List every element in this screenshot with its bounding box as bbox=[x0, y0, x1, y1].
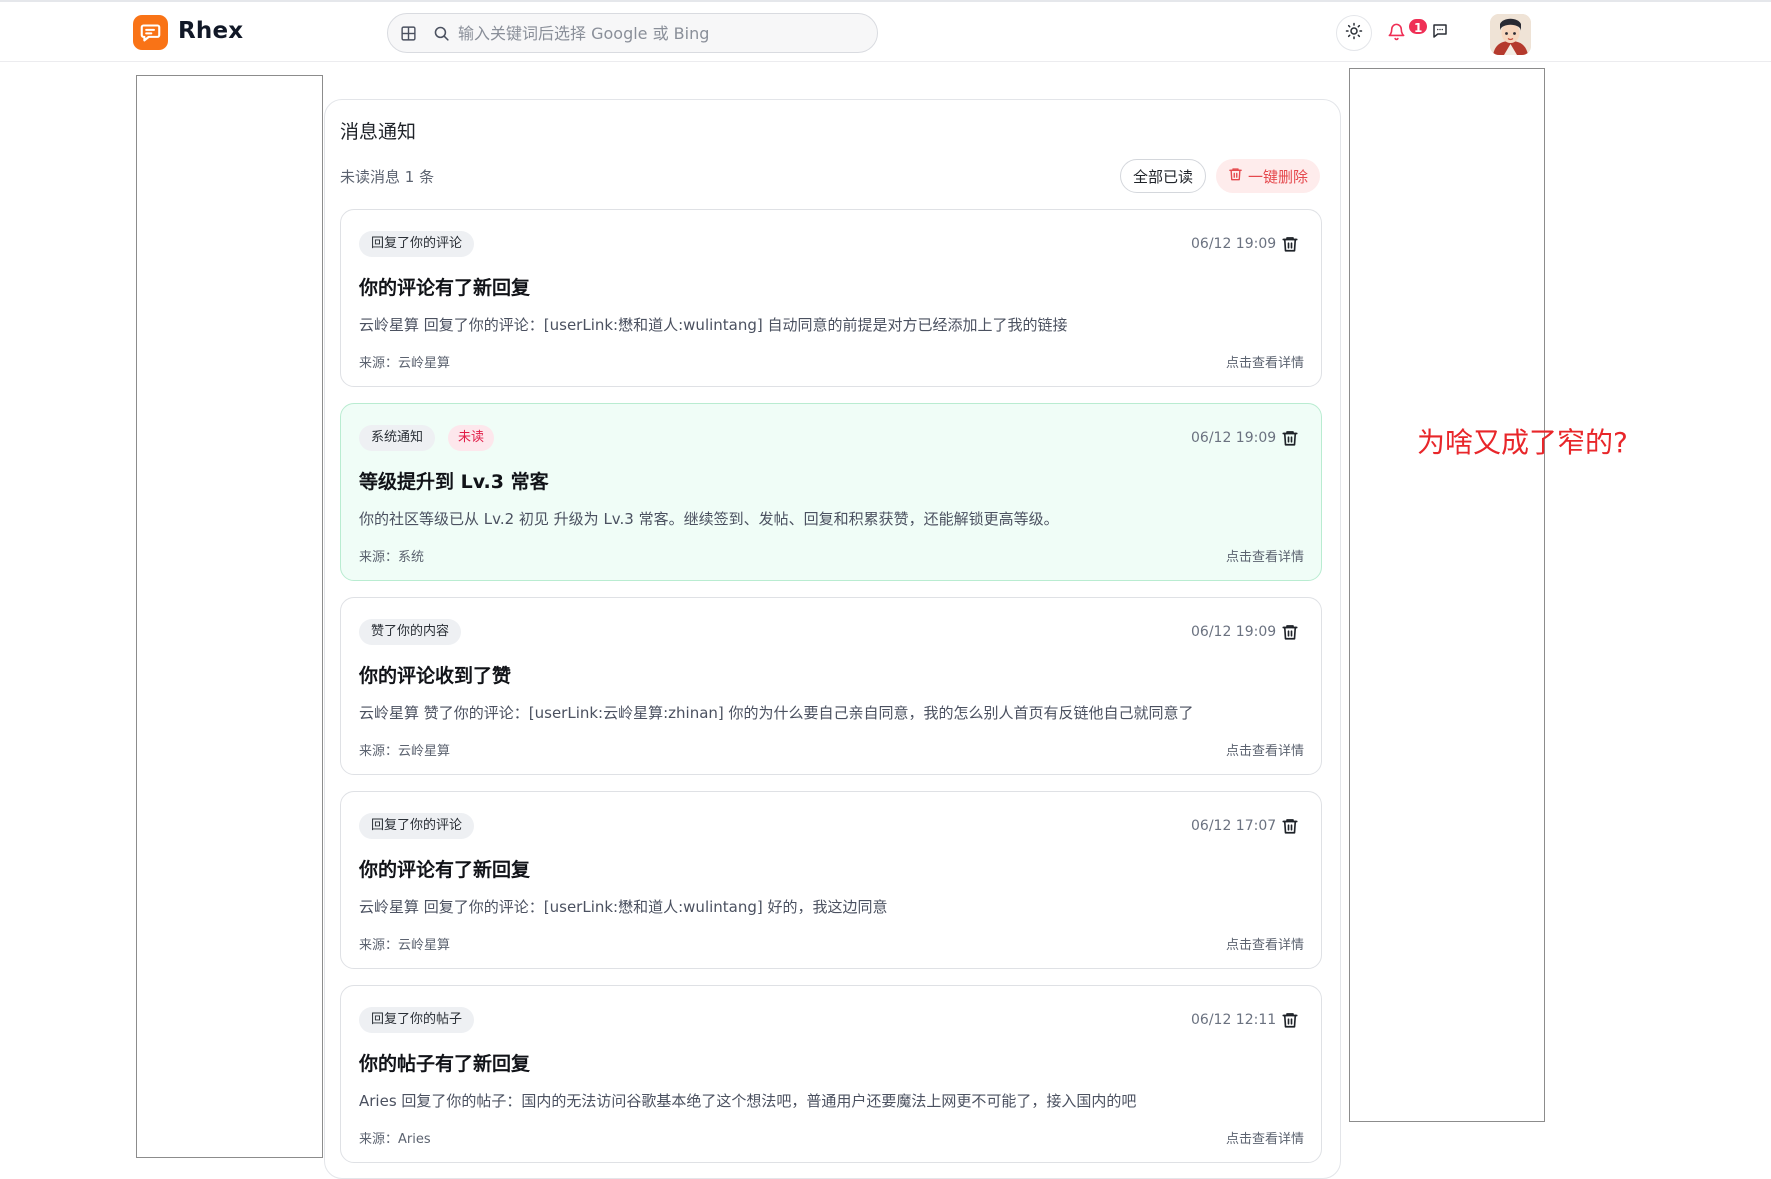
notification-body: 云岭星算 回复了你的评论：[userLink:懋和道人:wulintang] 好… bbox=[359, 898, 888, 916]
delete-notification-icon[interactable] bbox=[1281, 816, 1299, 836]
notification-source: 来源：云岭星算 bbox=[359, 744, 451, 759]
notification-body: 你的社区等级已从 Lv.2 初见 升级为 Lv.3 常客。继续签到、发帖、回复和… bbox=[359, 510, 1059, 528]
brand-name[interactable]: Rhex bbox=[178, 18, 243, 44]
notification-time: 06/12 19:09 bbox=[1191, 624, 1277, 640]
delete-notification-icon[interactable] bbox=[1281, 234, 1299, 254]
left-sidebar-placeholder bbox=[136, 75, 323, 1158]
view-detail-link[interactable]: 点击查看详情 bbox=[1226, 740, 1304, 759]
top-navbar: Rhex 1 bbox=[0, 0, 1771, 62]
page-title: 消息通知 bbox=[340, 121, 417, 143]
search-bar[interactable] bbox=[387, 13, 878, 53]
notification-body: Aries 回复了你的帖子：国内的无法访问谷歌基本绝了这个想法吧，普通用户还要魔… bbox=[359, 1092, 1137, 1110]
notification-type-tag: 回复了你的帖子 bbox=[359, 1007, 475, 1033]
annotation-text: 为啥又成了窄的? bbox=[1417, 426, 1628, 459]
notification-title: 你的评论有了新回复 bbox=[359, 277, 531, 299]
notification-card[interactable]: 回复了你的评论 06/12 17:07 你的评论有了新回复 云岭星算 回复了你的… bbox=[340, 791, 1322, 969]
theme-toggle-button[interactable] bbox=[1336, 15, 1372, 51]
notification-body: 云岭星算 赞了你的评论：[userLink:云岭星算:zhinan] 你的为什么… bbox=[359, 704, 1194, 722]
notification-type-tag: 回复了你的评论 bbox=[359, 231, 475, 257]
notification-source: 来源：云岭星算 bbox=[359, 356, 451, 371]
notification-source: 来源：Aries bbox=[359, 1132, 431, 1147]
notification-type-tag: 回复了你的评论 bbox=[359, 813, 475, 839]
grid-icon[interactable] bbox=[400, 25, 417, 46]
notification-title: 你的评论有了新回复 bbox=[359, 859, 531, 881]
notification-time: 06/12 19:09 bbox=[1191, 236, 1277, 252]
notification-card[interactable]: 回复了你的帖子 06/12 12:11 你的帖子有了新回复 Aries 回复了你… bbox=[340, 985, 1322, 1163]
notification-type-tag: 赞了你的内容 bbox=[359, 619, 462, 645]
search-input[interactable] bbox=[458, 21, 858, 45]
messages-button[interactable] bbox=[1422, 15, 1458, 51]
logo-icon[interactable] bbox=[133, 15, 168, 50]
notification-body: 云岭星算 回复了你的评论：[userLink:懋和道人:wulintang] 自… bbox=[359, 316, 1068, 334]
delete-notification-icon[interactable] bbox=[1281, 622, 1299, 642]
notification-time: 06/12 19:09 bbox=[1191, 430, 1277, 446]
notification-source: 来源：系统 bbox=[359, 550, 425, 565]
notification-time: 06/12 12:11 bbox=[1191, 1012, 1277, 1028]
notification-title: 你的评论收到了赞 bbox=[359, 665, 512, 687]
search-icon bbox=[433, 25, 450, 46]
unread-summary: 未读消息 1 条 bbox=[340, 168, 435, 186]
notification-card-unread[interactable]: 系统通知 未读 06/12 19:09 等级提升到 Lv.3 常客 你的社区等级… bbox=[340, 403, 1322, 581]
sun-icon bbox=[1345, 22, 1363, 44]
notification-card[interactable]: 赞了你的内容 06/12 19:09 你的评论收到了赞 云岭星算 赞了你的评论：… bbox=[340, 597, 1322, 775]
delete-all-button[interactable]: 一键删除 bbox=[1216, 159, 1320, 193]
view-detail-link[interactable]: 点击查看详情 bbox=[1226, 546, 1304, 565]
delete-notification-icon[interactable] bbox=[1281, 1010, 1299, 1030]
trash-icon bbox=[1228, 166, 1243, 186]
unread-badge: 未读 bbox=[448, 425, 495, 451]
delete-all-label: 一键删除 bbox=[1247, 167, 1308, 186]
mark-all-read-button[interactable]: 全部已读 bbox=[1120, 159, 1206, 193]
notification-source: 来源：云岭星算 bbox=[359, 938, 451, 953]
right-sidebar-placeholder bbox=[1349, 68, 1545, 1122]
notification-title: 你的帖子有了新回复 bbox=[359, 1053, 531, 1075]
chat-icon bbox=[1431, 22, 1449, 44]
view-detail-link[interactable]: 点击查看详情 bbox=[1226, 934, 1304, 953]
notification-card[interactable]: 回复了你的评论 06/12 19:09 你的评论有了新回复 云岭星算 回复了你的… bbox=[340, 209, 1322, 387]
view-detail-link[interactable]: 点击查看详情 bbox=[1226, 352, 1304, 371]
delete-notification-icon[interactable] bbox=[1281, 428, 1299, 448]
user-avatar[interactable] bbox=[1490, 14, 1531, 55]
notification-title: 等级提升到 Lv.3 常客 bbox=[359, 471, 549, 493]
bell-icon bbox=[1387, 22, 1406, 45]
notification-time: 06/12 17:07 bbox=[1191, 818, 1277, 834]
notification-type-tag: 系统通知 bbox=[359, 425, 436, 451]
view-detail-link[interactable]: 点击查看详情 bbox=[1226, 1128, 1304, 1147]
